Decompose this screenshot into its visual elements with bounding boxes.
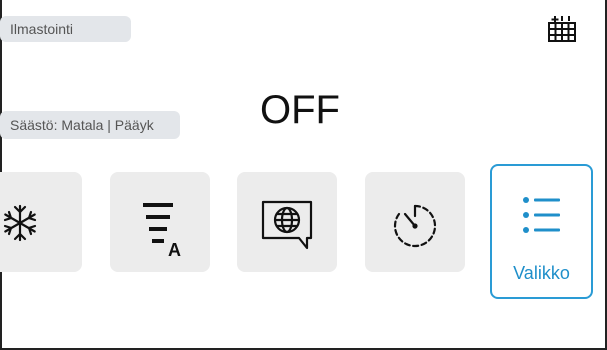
snowflake-icon (3, 204, 37, 242)
eco-status-label: Säästö: Matala | Pääyk (0, 111, 180, 139)
calendar-grid-icon (548, 16, 576, 42)
timer-button[interactable] (365, 172, 465, 272)
menu-label: Valikko (513, 263, 570, 283)
svg-text:A: A (168, 240, 181, 260)
timer-icon (393, 204, 437, 248)
language-button[interactable] (237, 172, 337, 272)
power-status: OFF (260, 88, 340, 132)
mode-label[interactable]: Ilmastointi (0, 16, 131, 42)
fan-speed-auto-icon: A (143, 203, 181, 260)
menu-button[interactable]: Valikko (490, 164, 593, 299)
fan-speed-button[interactable]: A (110, 172, 210, 272)
cooling-mode-button[interactable] (0, 172, 82, 272)
language-globe-icon (261, 200, 313, 250)
menu-list-icon (523, 197, 560, 233)
schedule-button[interactable] (546, 14, 578, 44)
